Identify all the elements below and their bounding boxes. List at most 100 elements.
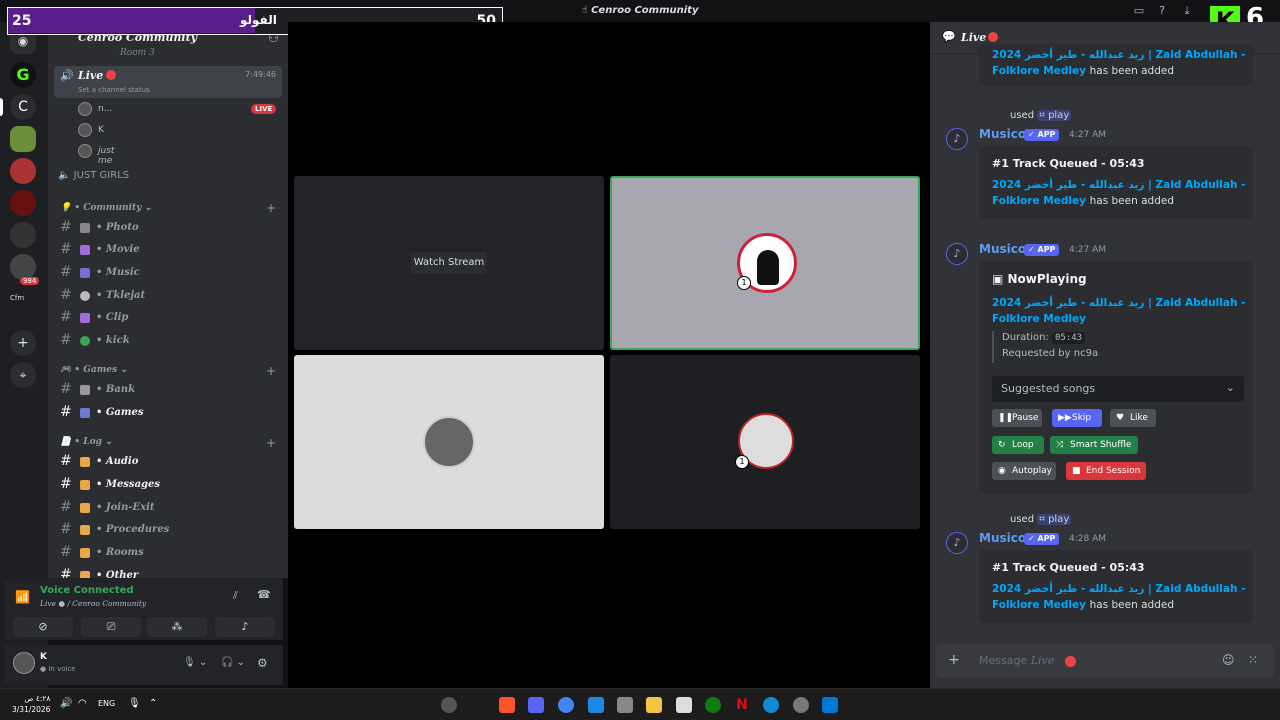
- quote-bar: [992, 331, 994, 363]
- channel-messages[interactable]: # • Messages: [48, 475, 288, 495]
- server-icon-g[interactable]: G: [10, 62, 36, 88]
- settings-icon[interactable]: [793, 697, 809, 713]
- end-session-button[interactable]: ■ End Session: [1066, 462, 1146, 480]
- bot-avatar[interactable]: ♪: [946, 532, 968, 554]
- skip-icon: ▶▶: [1058, 413, 1072, 423]
- channel-music[interactable]: # • Music: [48, 263, 288, 283]
- voice-status[interactable]: Voice Connected: [40, 585, 134, 596]
- screen-share-button[interactable]: ⎚: [81, 617, 141, 637]
- clock[interactable]: ٤:٢٨ ص 3/31/2026: [12, 693, 50, 715]
- explore-icon[interactable]: ⌖: [10, 362, 36, 388]
- add-channel-icon[interactable]: +: [266, 201, 276, 215]
- channel-bank[interactable]: # • Bank: [48, 380, 288, 400]
- red-dot-icon: [106, 70, 116, 80]
- smart-shuffle-button[interactable]: ⤨ Smart Shuffle: [1050, 436, 1138, 454]
- netflix-icon[interactable]: N: [734, 697, 750, 713]
- store-icon[interactable]: [676, 697, 692, 713]
- category-games[interactable]: 🎮 • Games ⌄: [60, 365, 128, 379]
- channel-rooms[interactable]: # • Rooms: [48, 543, 288, 563]
- add-server-icon[interactable]: +: [10, 330, 36, 356]
- signal-icon[interactable]: 📶: [15, 590, 30, 604]
- download-icon[interactable]: ⤓: [1180, 4, 1194, 18]
- chat-bubble-icon: 💬: [942, 30, 956, 43]
- bot-avatar[interactable]: ♪: [946, 128, 968, 150]
- user-tile[interactable]: 1: [610, 355, 920, 529]
- goal-current: 25: [12, 13, 32, 29]
- timestamp: 4:27 AM: [1069, 245, 1106, 255]
- soundboard-button[interactable]: ♪: [215, 617, 275, 637]
- edge-icon[interactable]: [763, 697, 779, 713]
- chrome-icon[interactable]: [558, 697, 574, 713]
- photos-icon[interactable]: [588, 697, 604, 713]
- server-icon-anime[interactable]: [10, 158, 36, 184]
- xbox-icon[interactable]: [705, 697, 721, 713]
- chat-title: Live: [961, 31, 987, 44]
- channel-kick[interactable]: # • kick: [48, 331, 288, 351]
- add-channel-icon[interactable]: +: [266, 364, 276, 378]
- chevron-down-icon: ⌄: [1225, 381, 1235, 394]
- author-name[interactable]: Musico: [979, 531, 1026, 545]
- channel-clip[interactable]: # • Clip: [48, 308, 288, 328]
- microphone-icon[interactable]: 🎙 ⌄: [183, 657, 207, 668]
- discord-taskbar-icon[interactable]: [528, 697, 544, 713]
- channel-procedures[interactable]: # • Procedures: [48, 520, 288, 540]
- voice-channel-live[interactable]: 🔊 Live 7:49:46 Set a channel status: [54, 66, 282, 98]
- suggested-songs-select[interactable]: Suggested songs ⌄: [992, 376, 1244, 402]
- loop-button[interactable]: ↻ Loop: [992, 436, 1044, 454]
- bot-avatar[interactable]: ♪: [946, 243, 968, 265]
- category-community[interactable]: 💡 • Community ⌄: [60, 203, 152, 217]
- channel-games[interactable]: # • Games: [48, 403, 288, 423]
- app-icon[interactable]: [617, 697, 633, 713]
- channel-tklejat[interactable]: # • Tklejat: [48, 286, 288, 306]
- volume-icon[interactable]: 🔊: [60, 698, 72, 709]
- brave-icon[interactable]: [499, 697, 515, 713]
- apps-icon[interactable]: ⁙: [1248, 653, 1258, 667]
- add-attachment-icon[interactable]: +: [948, 652, 960, 668]
- help-icon[interactable]: ?: [1155, 4, 1169, 18]
- server-icon-dark[interactable]: [10, 222, 36, 248]
- headphones-icon[interactable]: 🎧 ⌄: [221, 657, 245, 668]
- watch-stream-button[interactable]: Watch Stream: [411, 252, 487, 274]
- file-explorer-icon[interactable]: [646, 697, 662, 713]
- activity-button[interactable]: ⁂: [147, 617, 207, 637]
- loop-icon: ↻: [998, 440, 1006, 450]
- chevron-up-icon[interactable]: ⌃: [149, 698, 157, 709]
- add-channel-icon[interactable]: +: [266, 436, 276, 450]
- emoji-icon[interactable]: ☺: [1222, 653, 1235, 667]
- avatar[interactable]: [13, 652, 35, 674]
- channel-movie[interactable]: # • Movie: [48, 240, 288, 260]
- settings-gear-icon[interactable]: ⚙: [257, 656, 268, 670]
- noise-suppression-icon[interactable]: ⫽: [233, 589, 238, 603]
- language-indicator[interactable]: ENG: [98, 699, 115, 708]
- user-panel: K ● In voice 🎙 ⌄ 🎧 ⌄ ⚙: [5, 645, 283, 685]
- speaking-user-tile[interactable]: 1: [610, 176, 920, 350]
- skip-button[interactable]: ▶▶ Skip: [1052, 409, 1102, 427]
- channel-photo[interactable]: # • Photo: [48, 218, 288, 238]
- microphone-icon[interactable]: 🎙: [128, 698, 141, 709]
- disconnect-icon[interactable]: ☎: [257, 588, 271, 601]
- user-tile[interactable]: [294, 355, 604, 529]
- voice-location[interactable]: Live ● / Cenroo Community: [40, 599, 146, 608]
- wifi-icon[interactable]: ◠: [78, 698, 87, 709]
- like-button[interactable]: ♥ Like: [1110, 409, 1156, 427]
- autoplay-button[interactable]: ◉ Autoplay: [992, 462, 1056, 480]
- category-log[interactable]: 📄 • Log ⌄: [60, 437, 113, 451]
- channel-status[interactable]: Set a channel status: [78, 86, 150, 94]
- channel-join-exit[interactable]: # • Join-Exit: [48, 498, 288, 518]
- stream-tile[interactable]: Watch Stream: [294, 176, 604, 350]
- channel-audio[interactable]: # • Audio: [48, 452, 288, 472]
- author-name[interactable]: Musico: [979, 127, 1026, 141]
- windows-start-icon[interactable]: [822, 697, 838, 713]
- server-icon-minecraft[interactable]: [10, 126, 36, 152]
- camera-off-button[interactable]: ⊘: [13, 617, 73, 637]
- copilot-icon[interactable]: [441, 697, 457, 713]
- server-icon-cenroo[interactable]: C: [10, 94, 36, 120]
- inbox-icon[interactable]: ▭: [1132, 4, 1146, 18]
- silhouette-icon: [757, 250, 779, 285]
- author-name[interactable]: Musico: [979, 242, 1026, 256]
- pause-button[interactable]: ❚❚ Pause: [992, 409, 1042, 427]
- channel-other[interactable]: # • Other: [48, 566, 288, 578]
- voice-channel-just-girls[interactable]: 🔈 JUST GIRLS: [58, 170, 129, 181]
- server-icon-red[interactable]: [10, 190, 36, 216]
- message-input[interactable]: + Message Live ☺ ⁙: [936, 644, 1274, 678]
